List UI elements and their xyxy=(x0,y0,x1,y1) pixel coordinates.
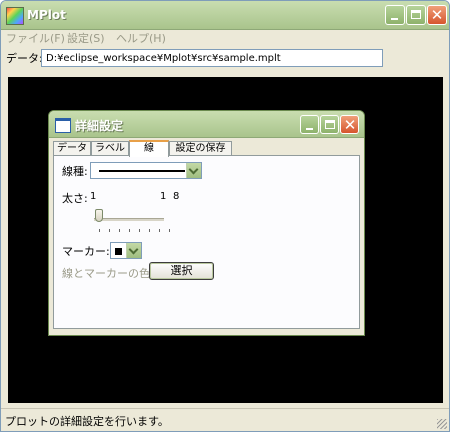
marker-square-icon xyxy=(115,248,122,255)
chevron-down-icon xyxy=(128,244,139,255)
line-type-label: 線種: xyxy=(62,165,88,178)
tab-strip: データ ラベル 線 設定の保存 xyxy=(53,140,360,157)
line-style-sample xyxy=(99,170,185,172)
width-slider-thumb[interactable] xyxy=(95,209,103,222)
title-bar[interactable]: MPlot ✕ xyxy=(1,1,449,30)
dropdown-button[interactable] xyxy=(186,163,201,178)
width-current-value: 1 xyxy=(160,191,167,202)
width-min-value: 1 xyxy=(90,191,97,202)
tab-data[interactable]: データ xyxy=(53,141,91,156)
dialog-title-bar[interactable]: 詳細設定 ✕ xyxy=(49,111,364,138)
slider-tick xyxy=(129,229,130,232)
slider-tick xyxy=(159,229,160,232)
slider-tick xyxy=(109,229,110,232)
line-tab-panel: 線種: 太さ: 1 1 8 マーカー: 線とマーカーの色: 選択 xyxy=(53,155,360,329)
detail-settings-dialog: 詳細設定 ✕ データ ラベル 線 設定の保存 線種: 太さ: 1 1 8 マーカ… xyxy=(48,110,365,336)
minimize-button[interactable] xyxy=(385,5,405,25)
close-icon: ✕ xyxy=(343,116,357,134)
marker-label: マーカー: xyxy=(62,245,110,258)
tab-line[interactable]: 線 xyxy=(129,140,169,157)
slider-tick xyxy=(139,229,140,232)
data-path-field[interactable] xyxy=(41,49,383,67)
dialog-maximize-button[interactable] xyxy=(320,115,339,134)
tab-save-settings[interactable]: 設定の保存 xyxy=(169,141,232,156)
marker-select[interactable] xyxy=(110,242,142,259)
color-label: 線とマーカーの色: xyxy=(62,267,154,280)
window-title: MPlot xyxy=(27,8,66,22)
width-max-value: 8 xyxy=(173,191,180,202)
window-icon xyxy=(55,118,71,133)
slider-tick xyxy=(119,229,120,232)
slider-tick xyxy=(99,229,100,232)
minimize-icon xyxy=(306,128,313,130)
maximize-button[interactable] xyxy=(406,5,426,25)
tab-label[interactable]: ラベル xyxy=(91,141,129,156)
dialog-minimize-button[interactable] xyxy=(300,115,319,134)
maximize-icon xyxy=(325,120,335,129)
close-button[interactable]: ✕ xyxy=(427,5,447,25)
line-type-select[interactable] xyxy=(90,162,202,179)
menu-settings[interactable]: 設定(S) xyxy=(67,30,105,46)
width-label: 太さ: xyxy=(62,192,88,205)
slider-tick xyxy=(149,229,150,232)
status-text: プロットの詳細設定を行います。 xyxy=(5,415,169,428)
slider-tick xyxy=(169,229,170,232)
minimize-icon xyxy=(391,18,398,20)
dropdown-button[interactable] xyxy=(126,243,141,258)
data-label: データ: xyxy=(6,52,43,65)
close-icon: ✕ xyxy=(430,6,444,24)
maximize-icon xyxy=(411,10,421,19)
menu-file[interactable]: ファイル(F) xyxy=(6,30,65,46)
status-bar: プロットの詳細設定を行います。 xyxy=(1,408,449,431)
select-color-button[interactable]: 選択 xyxy=(149,262,214,280)
menu-bar: ファイル(F) 設定(S) ヘルプ(H) xyxy=(1,29,449,45)
dialog-close-button[interactable]: ✕ xyxy=(340,115,359,134)
app-icon xyxy=(6,7,24,25)
menu-help[interactable]: ヘルプ(H) xyxy=(116,30,166,46)
width-slider-track[interactable] xyxy=(94,218,164,221)
resize-grip-icon[interactable] xyxy=(437,419,447,429)
dialog-title: 詳細設定 xyxy=(75,119,124,133)
chevron-down-icon xyxy=(188,164,199,175)
